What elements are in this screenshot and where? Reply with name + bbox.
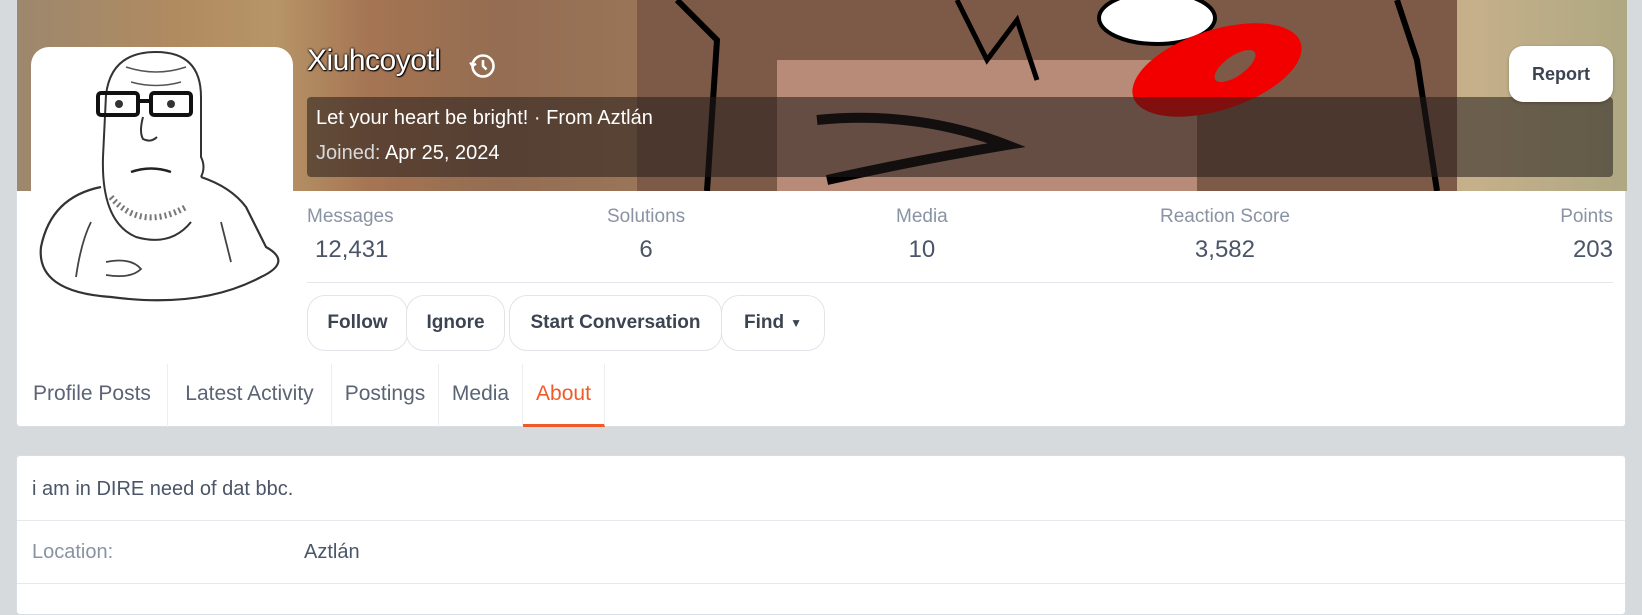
find-button[interactable]: Find ▼ (721, 295, 825, 351)
tab-postings[interactable]: Postings (332, 364, 439, 427)
profile-joined: Joined: Apr 25, 2024 (316, 142, 499, 165)
about-panel: i am in DIRE need of dat bbc. Location: … (16, 455, 1626, 615)
divider (17, 520, 1625, 521)
avatar-drawing (39, 50, 280, 302)
joined-label: Joined: (316, 142, 381, 164)
stat-messages[interactable]: Messages 12,431 (307, 206, 394, 264)
tab-profile-posts[interactable]: Profile Posts (17, 364, 168, 427)
stat-value: 10 (908, 236, 936, 263)
stat-label: Reaction Score (1160, 206, 1290, 227)
tab-media[interactable]: Media (439, 364, 523, 427)
profile-username: Xiuhcoyotl (307, 44, 441, 77)
profile-stats: Messages 12,431 Solutions 6 Media 10 Rea… (307, 206, 1613, 283)
location-label: Location: (32, 541, 114, 563)
stat-media[interactable]: Media 10 (896, 206, 948, 264)
stat-value: 203 (1572, 236, 1613, 263)
tab-latest-activity[interactable]: Latest Activity (168, 364, 332, 427)
profile-header-card: Xiuhcoyotl Let your heart be bright! · F… (16, 0, 1627, 427)
profile-tagline: Let your heart be bright! · From Aztlán (316, 107, 653, 129)
stat-label: Points (1560, 206, 1613, 227)
report-button[interactable]: Report (1509, 46, 1613, 102)
find-label: Find (744, 312, 785, 333)
about-bio: i am in DIRE need of dat bbc. (32, 478, 294, 500)
stat-label: Media (896, 206, 948, 227)
joined-date: Apr 25, 2024 (384, 142, 500, 164)
follow-button[interactable]: Follow (307, 295, 408, 351)
stat-solutions[interactable]: Solutions 6 (607, 206, 685, 264)
history-icon[interactable] (469, 52, 497, 80)
ignore-button[interactable]: Ignore (406, 295, 505, 351)
divider (17, 583, 1625, 584)
start-conversation-button[interactable]: Start Conversation (509, 295, 722, 351)
stat-value: 6 (639, 236, 653, 263)
stat-reaction-score[interactable]: Reaction Score 3,582 (1160, 206, 1290, 264)
stat-points[interactable]: Points 203 (1560, 206, 1613, 264)
stat-value: 12,431 (315, 236, 389, 263)
stat-value: 3,582 (1194, 236, 1255, 263)
location-value: Aztlán (304, 541, 360, 563)
stat-label: Messages (307, 206, 394, 227)
caret-down-icon: ▼ (790, 315, 802, 330)
tab-about[interactable]: About (523, 364, 605, 427)
stat-label: Solutions (607, 206, 686, 227)
avatar[interactable] (31, 47, 293, 309)
